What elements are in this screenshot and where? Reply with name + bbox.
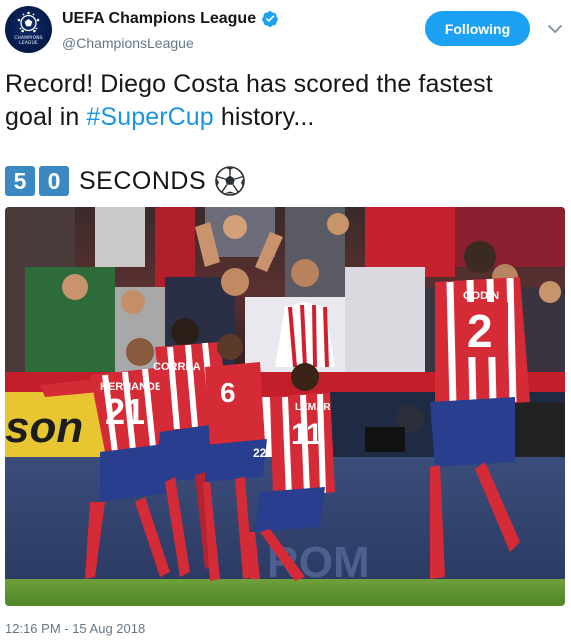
- display-name[interactable]: UEFA Champions League: [62, 10, 256, 28]
- jersey-number-22: 22: [253, 446, 267, 460]
- tweet-timestamp[interactable]: 12:16 PM - 15 Aug 2018: [5, 621, 145, 636]
- jersey-name-correa: CORREA: [153, 361, 201, 373]
- jersey-name-hernandez: HERNANDEZ: [100, 381, 169, 393]
- keycap-digit-0: 0: [39, 166, 69, 196]
- pitch: [5, 579, 565, 606]
- tweet-text: Record! Diego Costa has scored the faste…: [5, 68, 565, 134]
- avatar[interactable]: CHAMPIONS LEAGUE: [5, 6, 52, 53]
- hashtag-link[interactable]: #SuperCup: [86, 103, 213, 131]
- seconds-word: SECONDS: [79, 166, 207, 195]
- keycap-digit-5: 5: [5, 166, 35, 196]
- avatar-text: CHAMPIONS LEAGUE: [14, 36, 43, 46]
- tweet-photo[interactable]: son ROM 21 HERNANDEZ CORREA 6 11 LEMAR 2…: [5, 207, 565, 606]
- verified-badge-icon: [262, 11, 278, 27]
- tweet-line-2-before: goal in: [5, 103, 87, 131]
- account-handle[interactable]: @ChampionsLeague: [62, 35, 194, 51]
- tweet-line-1: Record! Diego Costa has scored the faste…: [5, 70, 493, 98]
- tweet-line-2-after: history...: [213, 103, 315, 131]
- jersey-name-lemar: LEMAR: [295, 402, 331, 413]
- jersey-name-godin: GODIN: [463, 290, 499, 302]
- following-button[interactable]: Following: [425, 11, 530, 46]
- tweet-line-2: goal in #SuperCup history...: [5, 101, 565, 134]
- soccer-ball-icon: [215, 166, 245, 196]
- sponsor-board-text: son: [5, 403, 83, 452]
- jersey-number-21: 21: [105, 391, 145, 432]
- tweet-header: CHAMPIONS LEAGUE UEFA Champions League @…: [0, 0, 571, 60]
- seconds-line: 5 0 SECONDS: [5, 165, 245, 197]
- name-row: UEFA Champions League: [62, 9, 279, 29]
- jersey-number-2: 2: [467, 305, 493, 357]
- jersey-number-11: 11: [291, 418, 323, 451]
- celebration-photo: son ROM 21 HERNANDEZ CORREA 6 11 LEMAR 2…: [5, 207, 565, 606]
- jersey-number-6: 6: [220, 377, 236, 408]
- chevron-down-icon[interactable]: [546, 20, 564, 38]
